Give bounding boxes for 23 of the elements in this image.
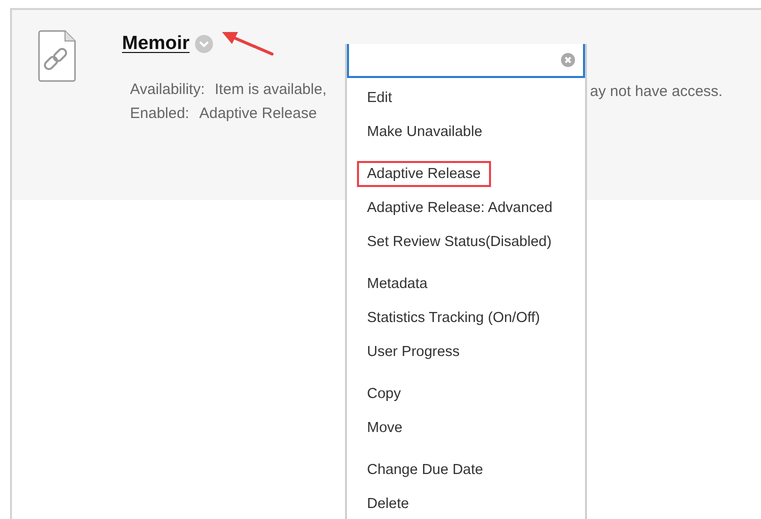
menu-item[interactable]: User Progress	[357, 339, 470, 365]
menu-item[interactable]: Metadata	[357, 271, 438, 297]
detail-value: Adaptive Release	[199, 104, 317, 124]
menu-item[interactable]: Delete	[357, 491, 419, 517]
item-title-link[interactable]: Memoir	[122, 33, 190, 55]
chevron-down-icon[interactable]	[194, 34, 214, 54]
search-field[interactable]	[347, 44, 585, 78]
detail-label: Availability:	[130, 80, 205, 100]
menu-item[interactable]: Adaptive Release: Advanced	[357, 195, 562, 221]
menu-item[interactable]: Edit	[357, 85, 402, 111]
menu-item[interactable]: Make Unavailable	[357, 119, 492, 145]
detail-value: Item is available,	[214, 80, 326, 100]
menu-item[interactable]: Move	[357, 415, 412, 441]
link-file-icon	[38, 30, 76, 82]
detail-label: Enabled:	[130, 104, 190, 124]
menu-item[interactable]: Adaptive Release	[357, 161, 491, 187]
menu-item[interactable]: Statistics Tracking (On/Off)	[357, 305, 550, 331]
menu-item[interactable]: Copy	[357, 381, 411, 407]
clear-icon[interactable]	[561, 53, 575, 67]
menu-item[interactable]: Set Review Status(Disabled)	[357, 229, 562, 255]
menu-item[interactable]: Change Due Date	[357, 457, 494, 483]
detail-value: ay not have access.	[590, 83, 723, 100]
arrow-annotation	[220, 30, 276, 58]
